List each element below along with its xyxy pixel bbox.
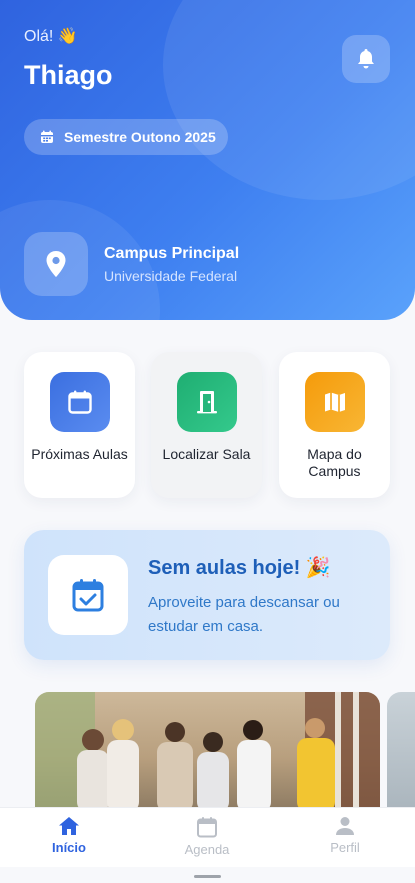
campus-map-card[interactable]: Mapa do Campus bbox=[279, 352, 390, 498]
no-classes-banner: Sem aulas hoje! 🎉 Aproveite para descans… bbox=[24, 530, 390, 660]
card-label: Mapa do Campus bbox=[307, 446, 362, 479]
home-icon bbox=[59, 817, 79, 835]
banner-subtitle: Aproveite para descansar ou estudar em c… bbox=[148, 594, 340, 635]
decorative-circle bbox=[163, 0, 415, 200]
students-photo[interactable] bbox=[35, 692, 380, 812]
tab-label: Início bbox=[52, 840, 86, 855]
institution-name: Universidade Federal bbox=[104, 268, 238, 284]
find-room-card[interactable]: Localizar Sala bbox=[151, 352, 262, 498]
greeting: Olá! 👋 bbox=[24, 28, 78, 45]
banner-title: Sem aulas hoje! 🎉 bbox=[148, 557, 331, 579]
tab-profile[interactable]: Perfil bbox=[285, 816, 405, 855]
map-icon bbox=[304, 372, 365, 432]
upcoming-classes-card[interactable]: Próximas Aulas bbox=[24, 352, 135, 498]
calendar-check-icon bbox=[48, 555, 128, 635]
campus-location-button[interactable] bbox=[24, 232, 88, 296]
header: Olá! 👋 Thiago Semestre Outono 2025 Campu… bbox=[0, 0, 415, 320]
bottom-tab-bar: Início Agenda Perfil bbox=[0, 807, 415, 867]
tab-home[interactable]: Início bbox=[9, 816, 129, 855]
calendar-icon bbox=[49, 372, 110, 432]
door-icon bbox=[176, 372, 237, 432]
semester-label: Semestre Outono 2025 bbox=[64, 129, 216, 145]
tab-agenda[interactable]: Agenda bbox=[147, 816, 267, 857]
tab-label: Agenda bbox=[184, 842, 230, 857]
calendar-icon bbox=[197, 817, 217, 838]
campus-name: Campus Principal bbox=[104, 245, 240, 262]
card-label: Próximas Aulas bbox=[31, 446, 128, 462]
home-indicator[interactable] bbox=[194, 875, 221, 878]
card-label: Localizar Sala bbox=[162, 446, 251, 462]
location-pin-icon bbox=[46, 251, 66, 277]
calendar-icon bbox=[41, 130, 53, 143]
next-photo[interactable] bbox=[387, 692, 415, 812]
tab-label: Perfil bbox=[330, 840, 360, 855]
person-icon bbox=[336, 817, 354, 835]
user-name: Thiago bbox=[24, 60, 113, 90]
semester-chip[interactable]: Semestre Outono 2025 bbox=[24, 119, 228, 155]
bell-icon bbox=[358, 49, 374, 69]
notifications-button[interactable] bbox=[342, 35, 390, 83]
